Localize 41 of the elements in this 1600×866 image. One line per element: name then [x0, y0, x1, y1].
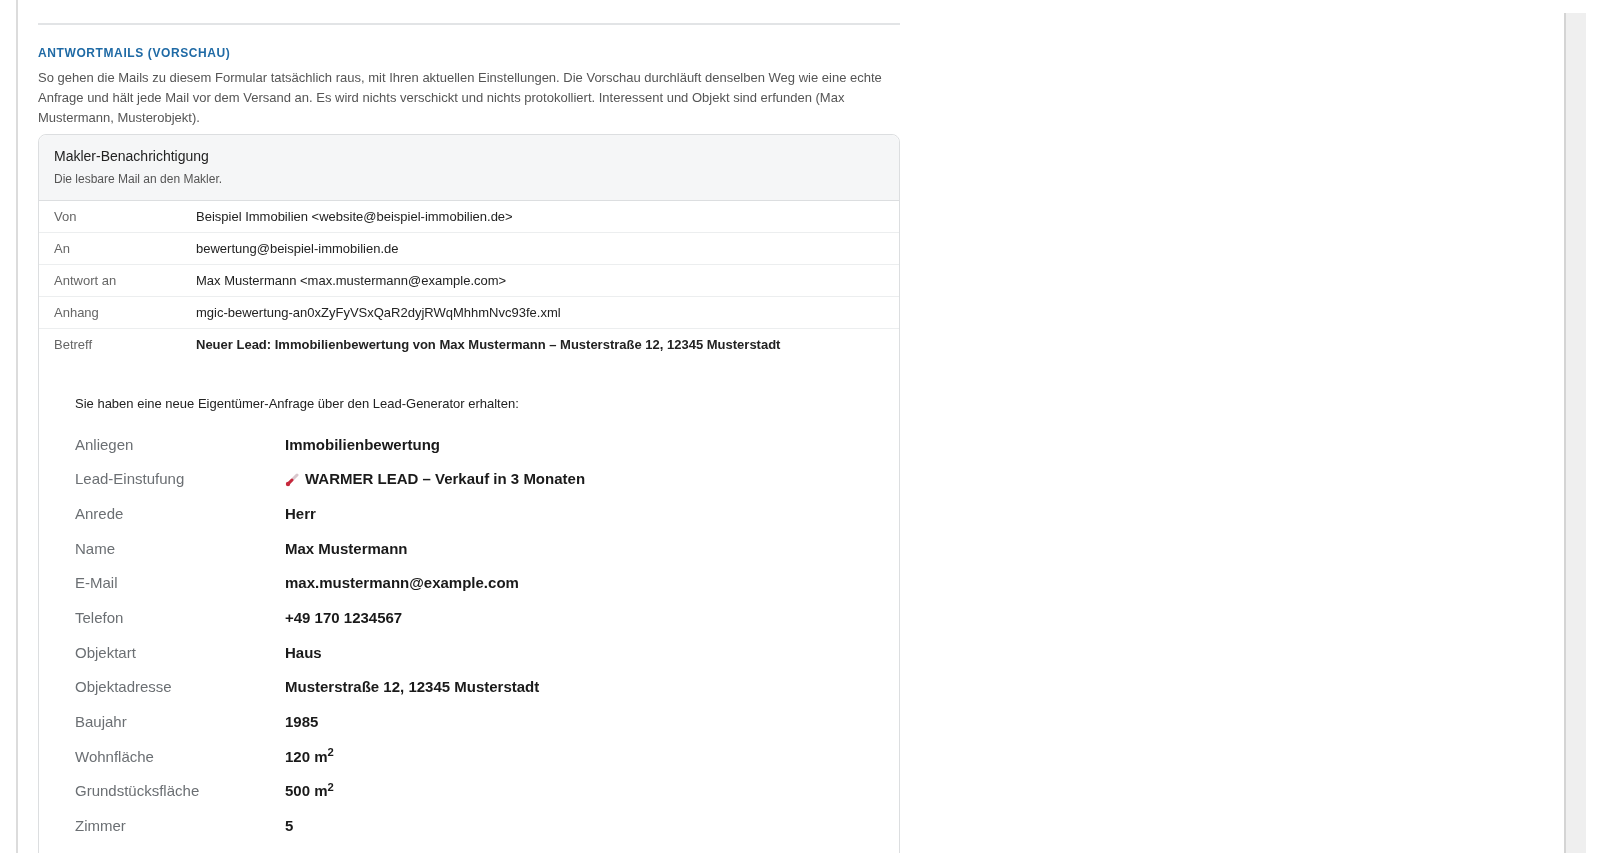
field-value: 500 m$^{2}$	[285, 780, 334, 802]
field-label: Grundstücksfläche	[75, 781, 201, 802]
header-value: bewertung@beispiel-immobilien.de	[196, 239, 399, 258]
field-label: Objektadresse	[75, 677, 173, 698]
field-label: Name	[75, 538, 116, 559]
card-subtitle: Die lesbare Mail an den Makler.	[54, 171, 224, 188]
header-value: Neuer Lead: Immobilienbewertung von Max Mustermann – Musterstraße 12, 12345 Musterstadt	[196, 336, 781, 355]
field-value: max.mustermann@example.com	[285, 573, 519, 594]
header-label: Anhang	[54, 303, 100, 322]
section-description: So gehen die Mails zu diesem Formular tatsächlich raus, mit Ihren aktuellen Einstellungen. Die Vorschau durchläuft denselben Weg wie eine echte Anfrage und hält jede Mail vor dem Versand an. Es wird nichts verschickt und nichts protokolliert. Interessent und Objekt sind erfunden (Max Mustermann, Musterobjekt).	[38, 69, 883, 127]
field-label: Baujahr	[75, 712, 128, 733]
section-heading: ANTWORTMAILS (VORSCHAU)	[38, 45, 232, 62]
intro-text: Sie haben eine neue Eigentümer-Anfrage über den Lead-Generator erhalten:	[75, 395, 520, 413]
field-label: Wohnfläche	[75, 746, 155, 767]
header-value: Beispiel Immobilien <website@beispiel-immobilien.de>	[196, 207, 513, 226]
header-value: Max Mustermann <max.mustermann@example.com>	[196, 271, 507, 290]
thermometer-icon	[285, 472, 299, 487]
header-label: An	[54, 239, 71, 258]
header-value: mgic-bewertung-an0xZyFyVSxQaR2dyjRWqMhhmNvc93fe.xml	[196, 303, 561, 322]
scrollbar-track[interactable]	[1564, 13, 1586, 853]
field-value: Immobilienbewertung	[285, 434, 440, 455]
field-label: E-Mail	[75, 573, 119, 594]
field-label: Telefon	[75, 608, 125, 629]
header-label: Betreff	[54, 336, 94, 355]
field-label: Objektart	[75, 642, 137, 663]
field-value: 5	[285, 816, 294, 837]
field-value: Max Mustermann	[285, 538, 408, 559]
field-value: 120 m$^{2}$	[285, 745, 334, 767]
field-label: Zimmer	[75, 816, 127, 837]
card-title: Makler-Benachrichtigung	[54, 147, 210, 166]
field-value: WARMER LEAD – Verkauf in 3 Monaten	[305, 469, 586, 490]
header-label: Antwort an	[54, 271, 118, 290]
field-label: Anrede	[75, 503, 125, 524]
field-value: 1985	[285, 712, 319, 733]
field-label: Lead-Einstufung	[75, 469, 186, 490]
field-value: Musterstraße 12, 12345 Musterstadt	[285, 677, 540, 698]
field-value: Haus	[285, 642, 322, 663]
header-label: Von	[54, 207, 78, 226]
field-value: Herr	[285, 503, 316, 524]
field-label: Anliegen	[75, 434, 135, 455]
field-value: +49 170 1234567	[285, 608, 403, 629]
